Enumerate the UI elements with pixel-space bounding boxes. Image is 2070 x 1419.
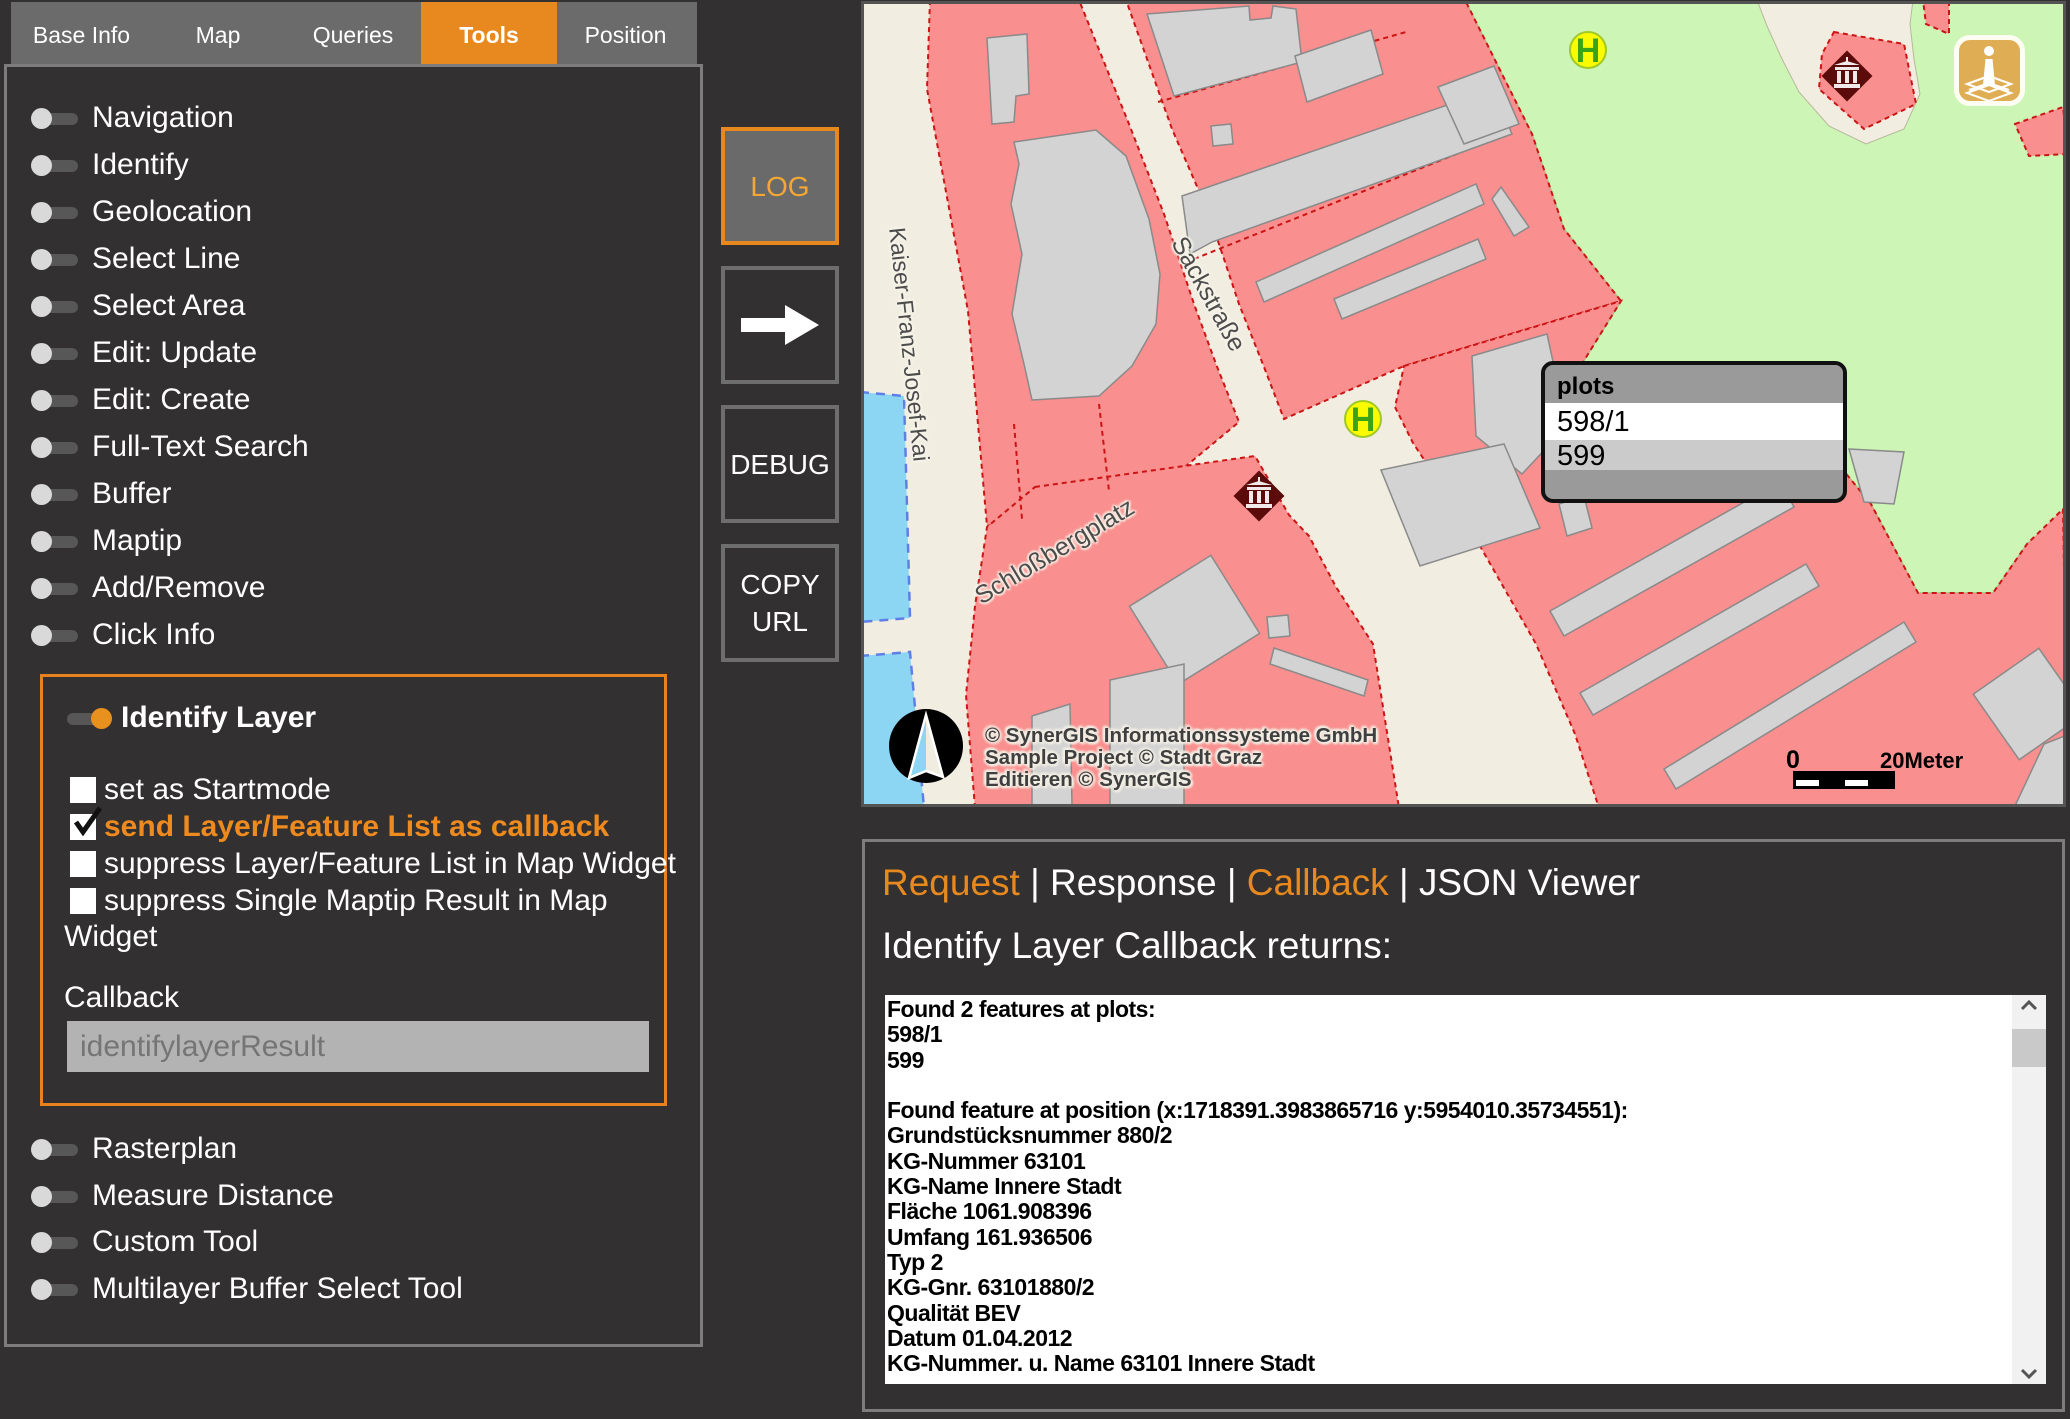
svg-text:H: H bbox=[1576, 32, 1601, 70]
svg-text:20Meter: 20Meter bbox=[1880, 748, 1964, 773]
svg-text:H: H bbox=[1351, 401, 1376, 439]
svg-text:0: 0 bbox=[1786, 746, 1800, 774]
